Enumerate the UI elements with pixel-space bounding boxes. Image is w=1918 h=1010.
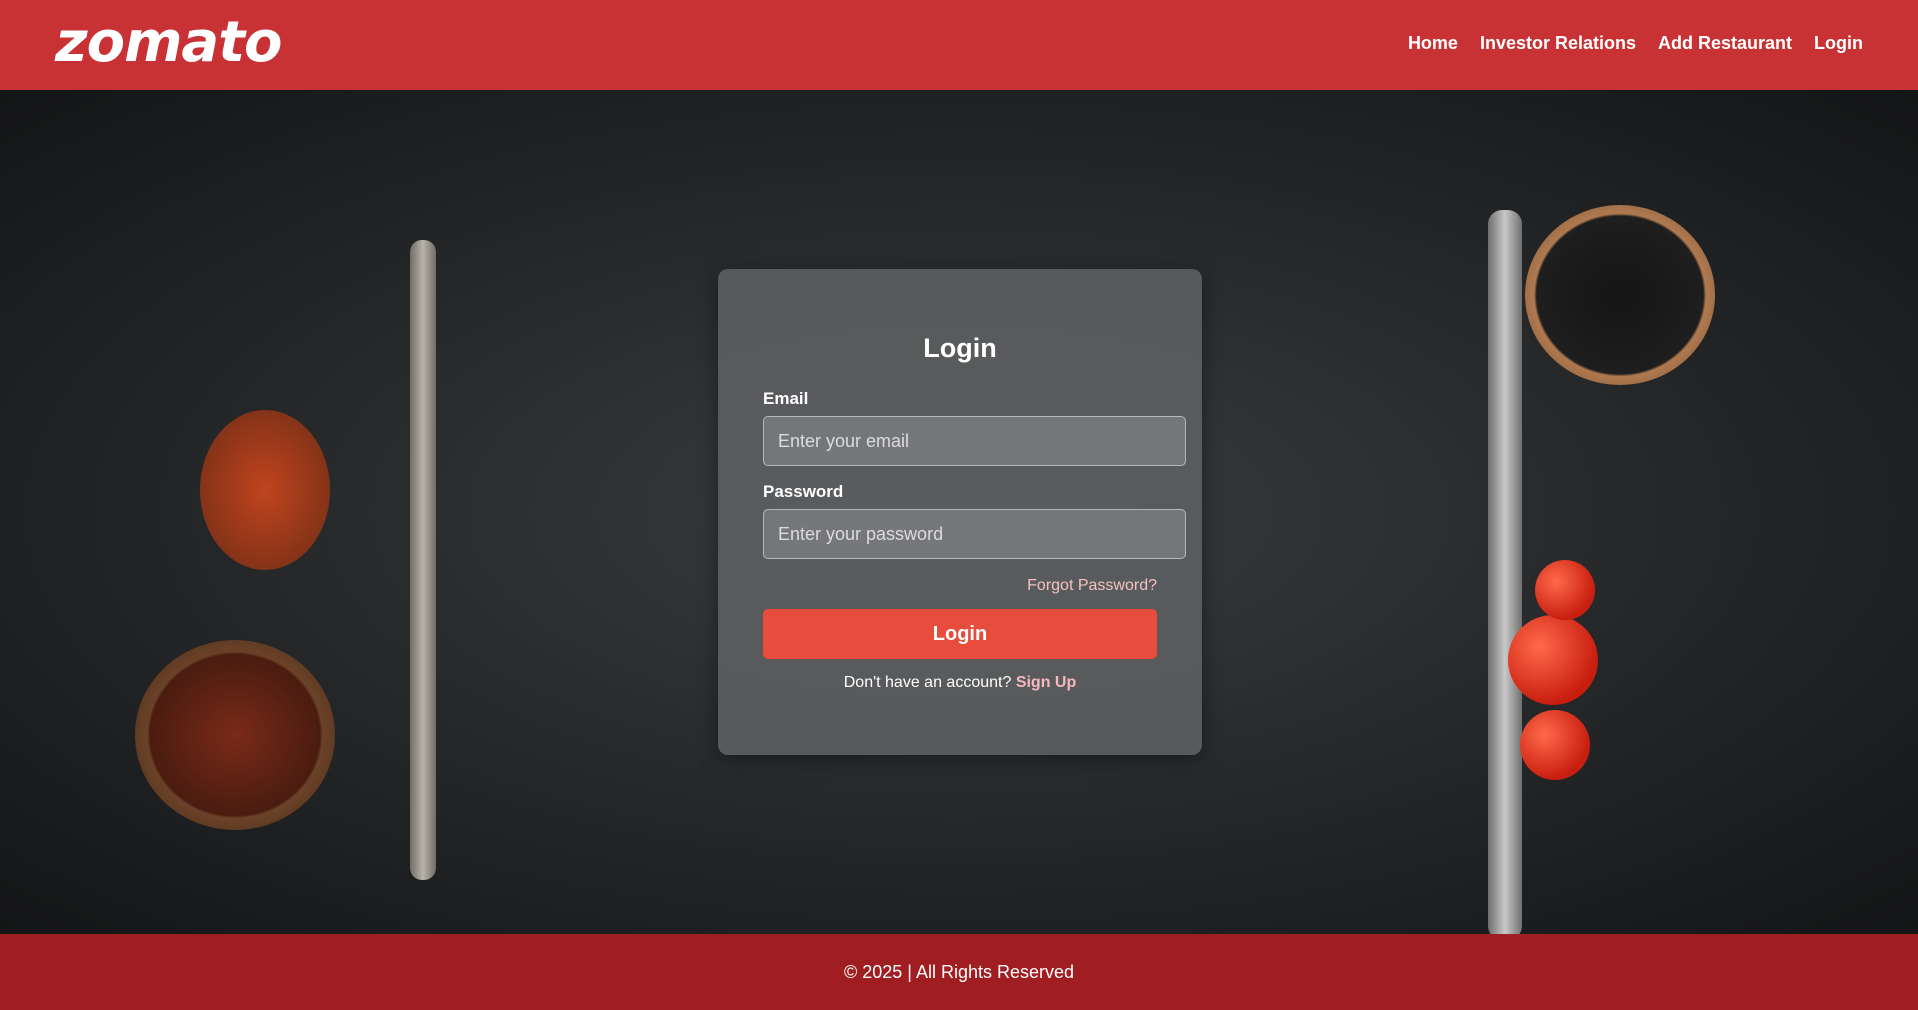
login-button[interactable]: Login [763, 609, 1157, 659]
signup-link[interactable]: Sign Up [1016, 674, 1076, 691]
tomato-image [1535, 560, 1595, 620]
spice-bowl-image [135, 640, 335, 830]
login-title: Login [923, 333, 997, 363]
nav-investor-relations[interactable]: Investor Relations [1480, 33, 1636, 54]
knife-image [1488, 210, 1522, 934]
footer-copyright: © 2025 | All Rights Reserved [843, 962, 1075, 982]
header: zomato Home Investor Relations Add Resta… [0, 0, 1918, 90]
forgot-password-link[interactable]: Forgot Password? [1027, 577, 1157, 595]
email-label: Email [763, 389, 809, 408]
nav-home[interactable]: Home [1408, 33, 1458, 54]
signup-prompt: Don't have an account? Sign Up [718, 674, 1202, 692]
tomato-image [1520, 710, 1590, 780]
pepper-bowl-image [1525, 205, 1715, 385]
email-input[interactable] [763, 416, 1186, 466]
fork-image [410, 240, 436, 880]
password-label: Password [763, 482, 844, 501]
spice-spoon-image [200, 410, 330, 570]
tomato-image [1508, 615, 1598, 705]
password-input[interactable] [763, 509, 1186, 559]
signup-prompt-text: Don't have an account? [843, 674, 1012, 691]
nav-add-restaurant[interactable]: Add Restaurant [1658, 33, 1792, 54]
logo[interactable]: zomato [55, 10, 282, 75]
footer: © 2025 | All Rights Reserved [0, 934, 1918, 1010]
main-nav: Home Investor Relations Add Restaurant L… [1408, 33, 1863, 54]
login-card: Login Email Password Forgot Password? Lo… [718, 269, 1202, 755]
nav-login[interactable]: Login [1814, 33, 1863, 54]
